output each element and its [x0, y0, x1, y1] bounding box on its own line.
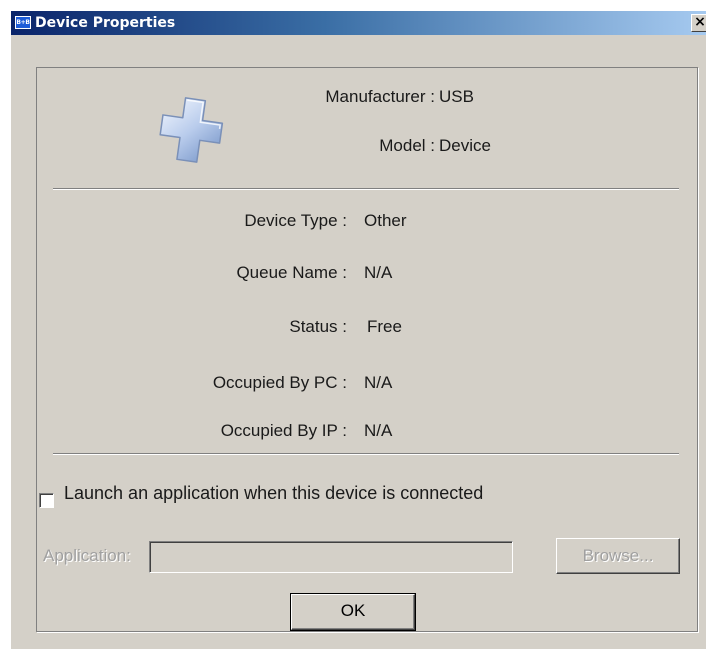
model-value: Device	[439, 136, 491, 155]
occupied-pc-label: Occupied By PC :	[212, 373, 347, 392]
status-label: Status :	[289, 317, 347, 336]
launch-app-checkbox[interactable]	[39, 493, 54, 508]
device-type-label: Device Type :	[244, 211, 347, 230]
application-label: Application:	[43, 546, 131, 565]
window-title: Device Properties	[35, 15, 176, 31]
launch-app-label[interactable]: Launch an application when this device i…	[64, 483, 483, 504]
separator-bottom	[53, 453, 679, 454]
status-value: Free	[367, 317, 402, 336]
device-properties-dialog: B+B Device Properties × Manufacturer : U…	[10, 10, 706, 649]
app-icon: B+B	[15, 16, 31, 29]
title-bar[interactable]: B+B Device Properties ×	[11, 11, 706, 35]
queue-name-label: Queue Name :	[236, 263, 347, 282]
queue-name-value: N/A	[364, 263, 393, 282]
model-label: Model :	[379, 136, 435, 155]
ok-button[interactable]: OK	[290, 593, 416, 631]
manufacturer-value: USB	[439, 87, 474, 106]
separator-top	[53, 188, 679, 189]
manufacturer-label: Manufacturer :	[325, 87, 435, 106]
occupied-ip-label: Occupied By IP :	[220, 421, 347, 440]
occupied-pc-value: N/A	[364, 373, 393, 392]
browse-button[interactable]: Browse...	[556, 538, 680, 574]
occupied-ip-value: N/A	[364, 421, 393, 440]
close-button[interactable]: ×	[691, 14, 706, 32]
device-type-value: Other	[364, 211, 407, 230]
application-input[interactable]	[149, 541, 513, 573]
